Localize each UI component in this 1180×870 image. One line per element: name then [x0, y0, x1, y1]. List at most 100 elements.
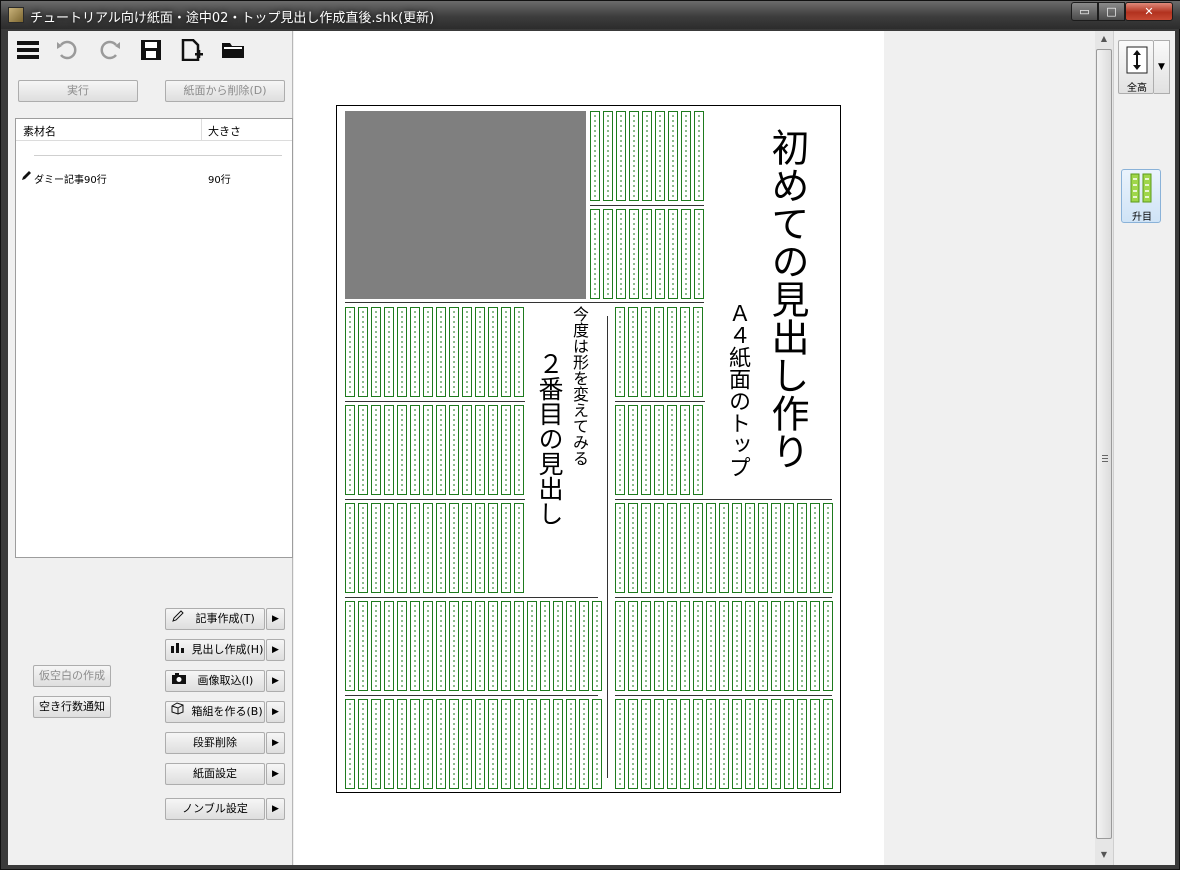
delete-column-rule-button[interactable]: 段罫削除 — [165, 732, 265, 754]
grid-column — [475, 601, 485, 691]
column-header-name[interactable]: 素材名 — [23, 123, 56, 139]
zoom-dropdown-arrow[interactable]: ▼ — [1154, 40, 1170, 94]
maximize-button[interactable]: □ — [1098, 2, 1125, 21]
grid-column — [667, 307, 677, 397]
grid-column — [592, 699, 602, 789]
grid-column — [514, 699, 524, 789]
minimize-button[interactable]: ▭ — [1071, 2, 1098, 21]
rule-line — [615, 401, 705, 402]
grid-column — [397, 503, 407, 593]
menu-icon[interactable] — [15, 39, 41, 63]
nombre-settings-menu-arrow[interactable]: ▶ — [266, 798, 285, 820]
grid-column — [823, 699, 833, 789]
second-headline-main[interactable]: ２番目の見出し — [535, 351, 564, 526]
create-box-label: 箱組を作る(B) — [191, 705, 263, 718]
article-grid-bottom-left-1[interactable] — [345, 601, 602, 691]
grid-toggle-button[interactable]: 升目 — [1121, 169, 1161, 223]
grid-column — [436, 601, 446, 691]
grid-column — [397, 601, 407, 691]
grid-column — [488, 699, 498, 789]
grid-column — [732, 601, 742, 691]
column-header-size[interactable]: 大きさ — [208, 123, 241, 139]
paper-settings-button[interactable]: 紙面設定 — [165, 763, 265, 785]
top-headline-main[interactable]: 初めての見出し作り — [765, 128, 809, 470]
undo-icon[interactable] — [54, 39, 80, 63]
grid-column — [449, 503, 459, 593]
article-grid-mid-right-1[interactable] — [615, 307, 703, 397]
heading-menu-arrow[interactable]: ▶ — [266, 639, 285, 661]
article-grid-right-3[interactable] — [615, 503, 833, 593]
save-icon[interactable] — [138, 39, 164, 63]
zoom-full-height-button[interactable]: 全高 — [1118, 40, 1154, 94]
rule-line — [615, 695, 832, 696]
grid-column — [628, 307, 638, 397]
create-box-button[interactable]: 箱組を作る(B) — [165, 701, 265, 723]
grid-column — [514, 307, 524, 397]
grid-column — [719, 601, 729, 691]
grid-column — [628, 503, 638, 593]
article-menu-arrow[interactable]: ▶ — [266, 608, 285, 630]
new-file-icon[interactable] — [179, 38, 205, 63]
grid-column — [397, 699, 407, 789]
empty-lines-button[interactable]: 空き行数通知 — [33, 696, 111, 718]
article-grid-mid-left-2[interactable] — [345, 405, 524, 495]
grid-column — [797, 503, 807, 593]
close-button[interactable]: ✕ — [1125, 2, 1173, 21]
column-divider — [201, 119, 202, 141]
article-grid-top-2[interactable] — [590, 209, 704, 299]
grid-column — [410, 405, 420, 495]
article-grid-bottom-left-2[interactable] — [345, 699, 602, 789]
paper-settings-menu-arrow[interactable]: ▶ — [266, 763, 285, 785]
grid-column — [693, 699, 703, 789]
grid-column — [680, 503, 690, 593]
material-list[interactable]: 素材名 大きさ ダミー記事90行 90行 — [15, 118, 293, 558]
temp-blank-button[interactable]: 仮空白の作成 — [33, 665, 111, 687]
image-menu-arrow[interactable]: ▶ — [266, 670, 285, 692]
grid-column — [371, 601, 381, 691]
open-folder-icon[interactable] — [220, 39, 246, 63]
article-grid-bottom-right-1[interactable] — [615, 601, 833, 691]
list-item[interactable]: ダミー記事90行 90行 — [16, 169, 292, 186]
grid-column — [475, 699, 485, 789]
article-grid-mid-left-3[interactable] — [345, 503, 524, 593]
grid-column — [592, 601, 602, 691]
create-heading-button[interactable]: 見出し作成(H) — [165, 639, 265, 661]
app-icon — [8, 7, 24, 23]
grid-column — [462, 699, 472, 789]
grid-column — [784, 601, 794, 691]
article-grid-mid-left-1[interactable] — [345, 307, 524, 397]
vertical-scrollbar[interactable]: ▲ ▼ — [1095, 31, 1113, 865]
article-grid-mid-right-2[interactable] — [615, 405, 703, 495]
grid-column — [397, 405, 407, 495]
import-image-button[interactable]: 画像取込(I) — [165, 670, 265, 692]
delete-from-paper-button[interactable]: 紙面から削除(D) — [165, 80, 285, 102]
grid-column — [358, 699, 368, 789]
grid-column — [628, 601, 638, 691]
grid-column — [501, 699, 511, 789]
execute-button[interactable]: 実行 — [18, 80, 138, 102]
grid-column — [603, 111, 613, 201]
article-grid-top-1[interactable] — [590, 111, 704, 201]
grid-column — [784, 503, 794, 593]
top-headline-sub[interactable]: Ａ４紙面のトップ — [725, 302, 750, 478]
redo-icon[interactable] — [97, 39, 123, 63]
photo-placeholder[interactable] — [345, 111, 586, 299]
nombre-settings-button[interactable]: ノンブル設定 — [165, 798, 265, 820]
grid-column — [410, 307, 420, 397]
layout-canvas[interactable]: 初めての見出し作り Ａ４紙面のトップ 今度は形を変えてみる ２番目の見出し — [294, 31, 1096, 865]
scroll-down-arrow[interactable]: ▼ — [1095, 847, 1113, 863]
grid-column — [615, 503, 625, 593]
grid-column — [579, 699, 589, 789]
grid-column — [449, 405, 459, 495]
second-headline-sub[interactable]: 今度は形を変えてみる — [570, 306, 589, 466]
create-article-button[interactable]: 記事作成(T) — [165, 608, 265, 630]
grid-column — [449, 307, 459, 397]
grid-column — [628, 699, 638, 789]
scroll-thumb[interactable] — [1096, 49, 1112, 839]
scroll-up-arrow[interactable]: ▲ — [1095, 31, 1113, 47]
article-grid-bottom-right-2[interactable] — [615, 699, 833, 789]
column-rule-menu-arrow[interactable]: ▶ — [266, 732, 285, 754]
box-menu-arrow[interactable]: ▶ — [266, 701, 285, 723]
left-panel: 実行 紙面から削除(D) 素材名 大きさ ダミー記事90行 90行 記事作成(T… — [8, 31, 293, 865]
grid-column — [654, 503, 664, 593]
